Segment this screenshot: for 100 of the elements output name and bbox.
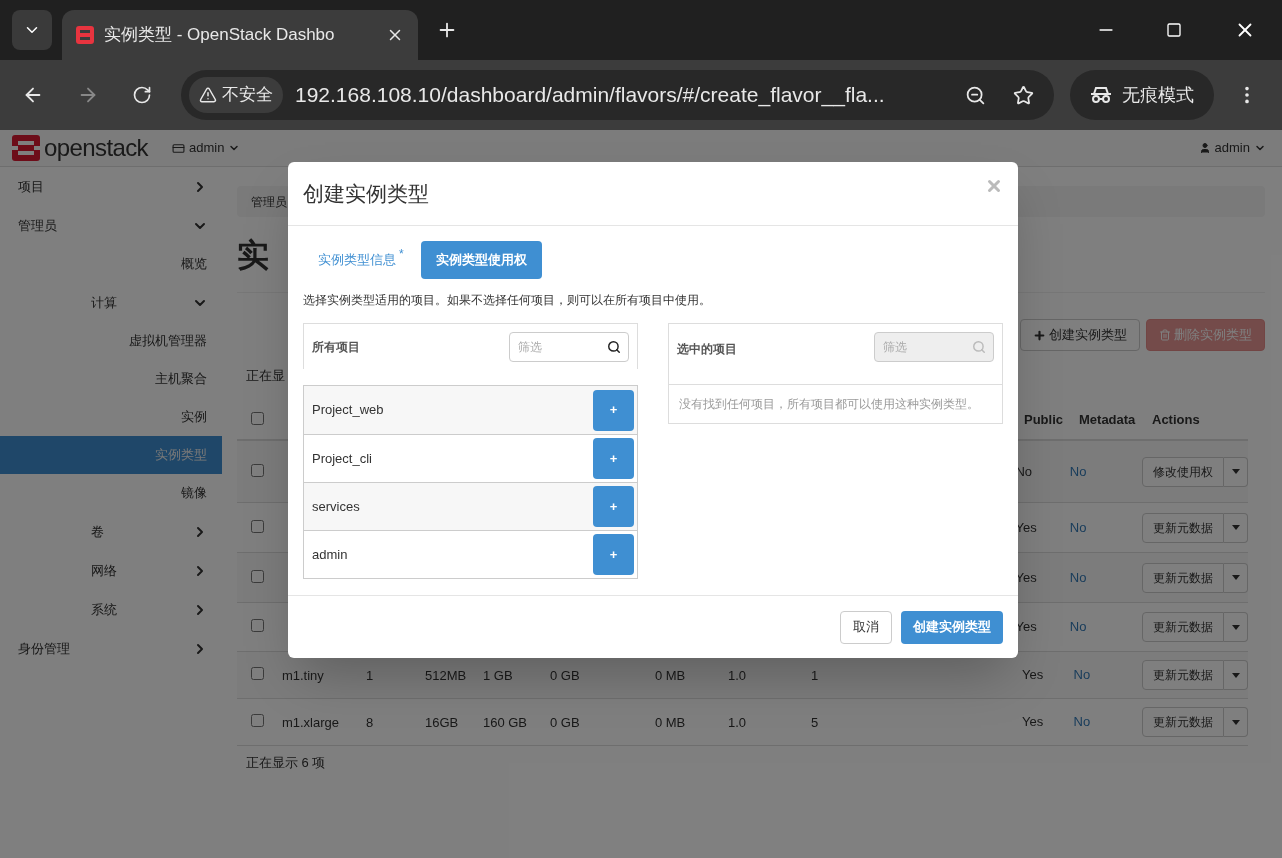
row-checkbox[interactable] bbox=[251, 714, 264, 727]
cancel-button[interactable]: 取消 bbox=[840, 610, 892, 644]
table-cell: 16GB bbox=[424, 715, 459, 730]
table-cell: 1.0 bbox=[727, 715, 747, 730]
sidebar-group[interactable]: 卷 bbox=[0, 512, 222, 551]
sidebar-group[interactable]: 计算 bbox=[0, 283, 222, 322]
panel-title: 选中的项目 bbox=[677, 341, 737, 358]
table-cell: 0 MB bbox=[654, 668, 686, 683]
project-name: services bbox=[312, 497, 360, 516]
add-project-button[interactable]: + bbox=[593, 389, 634, 431]
star-icon[interactable] bbox=[1013, 84, 1034, 106]
add-project-button[interactable]: + bbox=[593, 486, 634, 527]
add-project-button[interactable]: + bbox=[593, 438, 634, 479]
column-header: Public bbox=[1024, 411, 1064, 430]
empty-message: 没有找到任何项目，所有项目都可以使用这种实例类型。 bbox=[679, 396, 980, 413]
user-menu[interactable]: admin bbox=[1198, 138, 1266, 158]
sidebar-group[interactable]: 项目 bbox=[0, 167, 222, 206]
action-button[interactable]: 更新元数据 bbox=[1142, 660, 1224, 690]
table-cell: 1 bbox=[810, 668, 819, 683]
row-checkbox[interactable] bbox=[251, 519, 264, 533]
sidebar-item[interactable]: 概览 bbox=[0, 245, 222, 283]
add-project-button[interactable]: + bbox=[593, 534, 634, 575]
user-icon bbox=[1198, 142, 1211, 154]
table-cell: 5 bbox=[810, 715, 819, 730]
search-icon bbox=[607, 339, 621, 354]
table-cell-text: Yes bbox=[1021, 666, 1045, 685]
sidebar-item[interactable]: 实例 bbox=[0, 398, 222, 436]
row-checkbox[interactable] bbox=[251, 619, 264, 632]
filter-field[interactable]: 筛选 bbox=[509, 331, 629, 362]
sidebar-item[interactable]: 主机聚合 bbox=[0, 360, 222, 398]
action-dropdown-button[interactable] bbox=[1224, 707, 1248, 737]
select-all-checkbox[interactable] bbox=[251, 412, 264, 425]
table-cell: 512MB bbox=[424, 668, 467, 683]
search-icon bbox=[972, 340, 986, 354]
row-checkbox[interactable] bbox=[251, 463, 264, 477]
zoom-icon[interactable] bbox=[965, 84, 986, 106]
sidebar-group[interactable]: 网络 bbox=[0, 551, 222, 590]
table-cell: 1 GB bbox=[482, 668, 513, 683]
sidebar-group[interactable]: 身份管理 bbox=[0, 629, 222, 668]
table-cell: 0 GB bbox=[549, 668, 580, 683]
sidebar-group[interactable]: 系统 bbox=[0, 590, 222, 629]
table-cell: 0 GB bbox=[549, 715, 580, 730]
action-button[interactable]: 修改使用权 bbox=[1142, 456, 1224, 487]
row-checkbox[interactable] bbox=[251, 667, 264, 680]
action-button[interactable]: 更新元数据 bbox=[1142, 562, 1224, 593]
submit-button[interactable]: 创建实例类型 bbox=[901, 610, 1003, 644]
project-name: admin bbox=[312, 545, 348, 564]
metadata-link[interactable]: No bbox=[1069, 567, 1142, 588]
breadcrumb-link[interactable]: 管理员 bbox=[251, 192, 287, 211]
address-bar[interactable]: 不安全 192.168.108.10/dashboard/admin/flavors/#/create_flavor__fla... bbox=[181, 70, 1054, 120]
create-button[interactable]: 创建实例类型 bbox=[1020, 319, 1140, 351]
plus-icon bbox=[1033, 328, 1046, 342]
action-dropdown-button[interactable] bbox=[1224, 512, 1248, 543]
caret-icon bbox=[1231, 624, 1240, 630]
action-dropdown-button[interactable] bbox=[1224, 562, 1248, 593]
table-cell: 0 MB bbox=[654, 715, 686, 730]
table-cell-text: Yes bbox=[1021, 713, 1045, 732]
metadata-link[interactable]: No bbox=[1073, 665, 1142, 685]
action-button[interactable]: 更新元数据 bbox=[1142, 707, 1224, 737]
summary-text: 正在显 bbox=[246, 367, 285, 386]
action-dropdown-button[interactable] bbox=[1224, 456, 1248, 487]
reload-icon[interactable] bbox=[132, 85, 152, 105]
metadata-link[interactable]: No bbox=[1073, 712, 1142, 732]
sidebar-group[interactable]: 管理员 bbox=[0, 206, 222, 245]
table-cell: 160 GB bbox=[482, 715, 528, 730]
incognito-button[interactable]: 无痕模式 bbox=[1070, 70, 1214, 120]
column-header: Actions bbox=[1152, 411, 1200, 430]
summary-text: 正在显示 6 项 bbox=[246, 754, 326, 773]
logo-text: openstack bbox=[44, 133, 148, 163]
caret-icon bbox=[1231, 469, 1240, 474]
security-chip[interactable]: 不安全 bbox=[189, 77, 283, 113]
action-dropdown-button[interactable] bbox=[1224, 660, 1248, 690]
sidebar-item[interactable]: 实例类型 bbox=[0, 436, 222, 474]
sidebar-item[interactable]: 虚拟机管理器 bbox=[0, 322, 222, 360]
metadata-link[interactable]: No bbox=[1069, 517, 1142, 538]
sidebar-item[interactable]: 镜像 bbox=[0, 474, 222, 512]
metadata-link[interactable]: No bbox=[1069, 461, 1142, 482]
url-text: 192.168.108.10/dashboard/admin/flavors/#/create_flavor__fla... bbox=[295, 82, 886, 109]
action-button[interactable]: 更新元数据 bbox=[1142, 612, 1224, 642]
caret-icon bbox=[1231, 575, 1240, 580]
action-button[interactable]: 更新元数据 bbox=[1142, 512, 1224, 543]
caret-icon bbox=[1231, 719, 1240, 725]
table-cell: m1.xlarge bbox=[281, 715, 340, 730]
caret-icon bbox=[1231, 672, 1240, 678]
incognito-icon bbox=[1090, 86, 1112, 104]
project-name: Project_cli bbox=[312, 449, 372, 468]
browser-tab[interactable]: 实例类型 - OpenStack Dashbo bbox=[62, 10, 418, 60]
action-dropdown-button[interactable] bbox=[1224, 612, 1248, 642]
tab-favicon-icon bbox=[76, 26, 94, 44]
page-heading: 实 bbox=[237, 235, 269, 275]
metadata-link[interactable]: No bbox=[1069, 617, 1142, 637]
modal-title: 创建实例类型 bbox=[303, 180, 429, 207]
caret-icon bbox=[1231, 525, 1240, 530]
maximize-icon[interactable] bbox=[1166, 22, 1182, 38]
modal-tab[interactable]: 实例类型使用权 bbox=[420, 241, 542, 279]
row-checkbox[interactable] bbox=[251, 569, 264, 583]
column-header: Metadata bbox=[1079, 411, 1137, 430]
project-selector[interactable]: admin bbox=[172, 138, 241, 158]
help-text: 选择实例类型适用的项目。如果不选择任何项目，则可以在所有项目中使用。 bbox=[303, 292, 712, 309]
panel-title: 所有项目 bbox=[312, 338, 360, 356]
